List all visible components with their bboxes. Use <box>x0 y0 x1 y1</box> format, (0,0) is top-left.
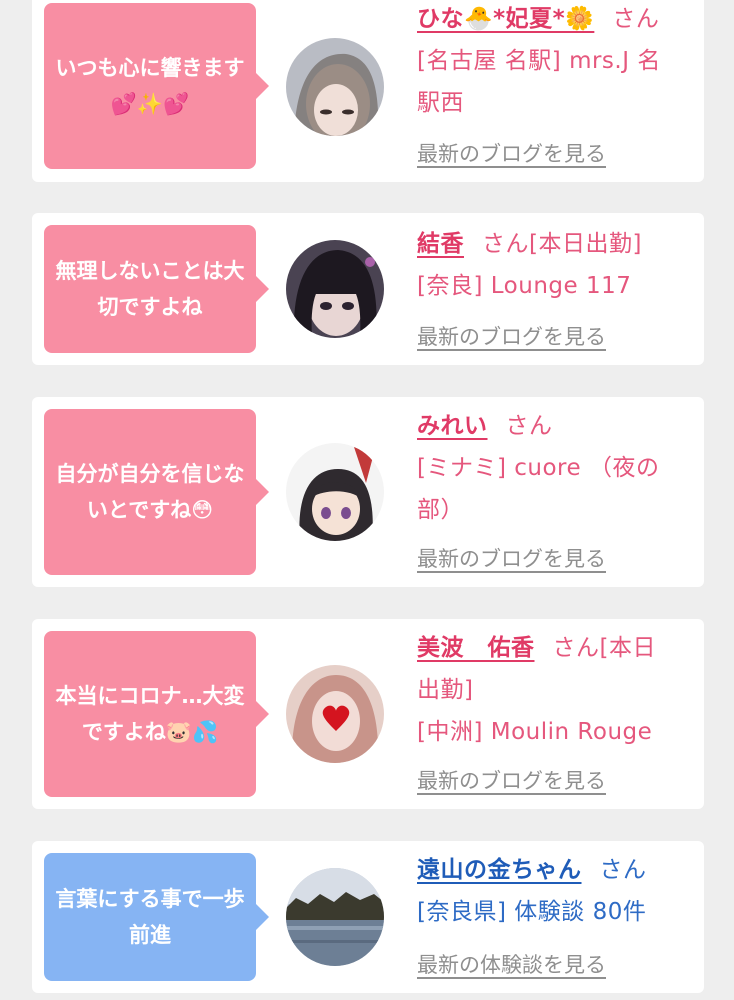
honorific: さん[本日 <box>552 635 656 661</box>
latest-blog-link[interactable]: 最新のブログを見る <box>417 321 606 351</box>
review-card: 本当にコロナ…大変ですよね🐷💦 美波 佑香 さん[本日 出勤] [中洲] Moul… <box>32 619 704 809</box>
avatar-image <box>286 240 384 338</box>
review-card: いつも心に響きます💕✨💕 ひな🐣*妃夏*🌼 さん [名古屋 名駅] mrs.J 名… <box>32 0 704 182</box>
comment-bubble: 言葉にする事で一歩前進 <box>44 853 269 981</box>
latest-blog-link[interactable]: 最新のブログを見る <box>417 765 606 795</box>
avatar[interactable] <box>286 443 384 541</box>
avatar[interactable] <box>286 665 384 763</box>
review-card: 無理しないことは大切ですよね 結香 さん[本日出勤] [奈良] Lounge 11… <box>32 213 704 365</box>
honorific: さん <box>599 857 647 883</box>
latest-review-link[interactable]: 最新の体験談を見る <box>417 949 606 979</box>
user-name-link[interactable]: 結香 <box>417 231 464 257</box>
comment-text: 無理しないことは大切ですよね <box>55 259 245 319</box>
comment-bubble: 本当にコロナ…大変ですよね🐷💦 <box>44 631 269 797</box>
avatar-image <box>286 443 384 541</box>
user-name-link[interactable]: ひな🐣*妃夏*🌼 <box>417 6 594 32</box>
comment-text: 自分が自分を信じないとですね😳 <box>55 462 245 522</box>
avatar[interactable] <box>286 240 384 338</box>
avatar-image <box>286 38 384 136</box>
comment-text: 言葉にする事で一歩前進 <box>55 887 245 947</box>
latest-blog-link[interactable]: 最新のブログを見る <box>417 138 606 168</box>
comment-bubble: 無理しないことは大切ですよね <box>44 225 269 353</box>
shop-info: [中洲] Moulin Rouge <box>417 719 653 745</box>
shop-info-cont: 駅西 <box>417 90 464 116</box>
user-name-link[interactable]: 遠山の金ちゃん <box>417 857 582 883</box>
avatar[interactable] <box>286 38 384 136</box>
comment-bubble: いつも心に響きます💕✨💕 <box>44 3 269 169</box>
avatar-image <box>286 868 384 966</box>
shop-info: [奈良] Lounge 117 <box>417 273 632 299</box>
comment-text: いつも心に響きます💕✨💕 <box>55 56 245 116</box>
shop-info: [ミナミ] cuore （夜の <box>417 455 660 481</box>
review-card: 自分が自分を信じないとですね😳 みれい さん [ミナミ] cuore （夜の 部）… <box>32 397 704 587</box>
comment-text: 本当にコロナ…大変ですよね🐷💦 <box>55 684 245 744</box>
honorific: さん[本日出勤] <box>482 231 642 257</box>
shop-info-cont: 部） <box>417 497 464 523</box>
review-info: [奈良県] 体験談 80件 <box>417 899 647 925</box>
avatar[interactable] <box>286 868 384 966</box>
user-name-link[interactable]: みれい <box>417 413 488 439</box>
comment-bubble: 自分が自分を信じないとですね😳 <box>44 409 269 575</box>
honorific: さん <box>505 413 553 439</box>
latest-blog-link[interactable]: 最新のブログを見る <box>417 543 606 573</box>
avatar-image <box>286 665 384 763</box>
user-name-link[interactable]: 美波 佑香 <box>417 635 535 661</box>
review-card: 言葉にする事で一歩前進 遠山の金ちゃん さん [奈良県] 体験談 80件 最新の体… <box>32 841 704 993</box>
honorific: さん <box>612 6 660 32</box>
shop-info: [名古屋 名駅] mrs.J 名 <box>417 48 661 74</box>
honorific-cont: 出勤] <box>417 677 474 703</box>
